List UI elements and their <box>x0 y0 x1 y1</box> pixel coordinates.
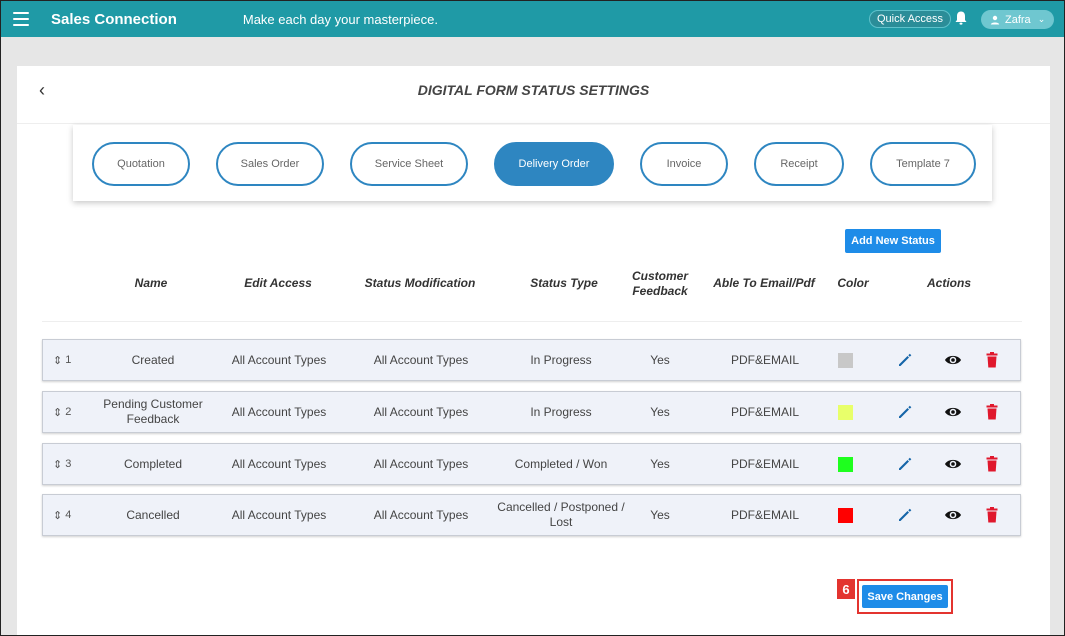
page-title: DIGITAL FORM STATUS SETTINGS <box>417 82 650 98</box>
row-name: Created <box>131 352 175 367</box>
divider <box>17 123 1050 124</box>
sort-handle-icon[interactable]: ⇕ 3 <box>53 444 71 484</box>
column-header-customer-feedback-line2: Feedback <box>632 284 688 298</box>
trash-icon[interactable] <box>982 454 1002 474</box>
pencil-icon[interactable] <box>895 402 915 422</box>
column-header-status-type: Status Type <box>530 276 598 290</box>
row-status-type: In Progress <box>530 404 592 419</box>
top-bar: Sales Connection Make each day your mast… <box>1 1 1064 37</box>
row-name-line1: Pending Customer <box>103 397 203 411</box>
row-order: 2 <box>65 406 72 418</box>
color-swatch <box>838 457 853 472</box>
row-status-modification: All Account Types <box>373 404 469 419</box>
row-email-pdf: PDF&EMAIL <box>730 456 799 471</box>
column-header-customer-feedback-line1: Customer <box>631 269 688 283</box>
row-edit-access: All Account Types <box>231 352 327 367</box>
column-header-color: Color <box>837 276 869 290</box>
add-new-status-button[interactable]: Add New Status <box>845 229 941 253</box>
sort-handle-icon[interactable]: ⇕ 4 <box>53 495 71 535</box>
table-row[interactable]: ⇕ 1 Created All Account Types All Accoun… <box>42 339 1021 381</box>
row-status-type-line2: Lost <box>549 515 573 529</box>
chevron-down-icon: ⌄ <box>1037 14 1046 24</box>
bell-icon[interactable] <box>955 11 967 25</box>
sort-handle-icon[interactable]: ⇕ 2 <box>53 392 71 432</box>
user-menu[interactable]: Zafra ⌄ <box>981 10 1054 29</box>
row-customer-feedback: Yes <box>650 507 670 522</box>
row-name: Cancelled <box>126 507 180 522</box>
row-customer-feedback: Yes <box>650 352 670 367</box>
table-row[interactable]: ⇕ 2 Pending Customer Feedback All Accoun… <box>42 391 1021 433</box>
row-order: 3 <box>65 458 72 470</box>
eye-icon[interactable] <box>943 505 963 525</box>
table-row[interactable]: ⇕ 4 Cancelled All Account Types All Acco… <box>42 494 1021 536</box>
tab-receipt[interactable]: Receipt <box>754 142 844 186</box>
menu-icon[interactable] <box>13 12 29 26</box>
divider <box>42 321 1022 322</box>
save-button-highlight: Save Changes <box>857 579 953 614</box>
tab-invoice[interactable]: Invoice <box>640 142 728 186</box>
row-customer-feedback: Yes <box>650 404 670 419</box>
column-header-status-modification: Status Modification <box>364 276 476 290</box>
user-name: Zafra <box>1005 13 1031 26</box>
column-header-actions: Actions <box>926 276 971 290</box>
row-status-modification: All Account Types <box>373 352 469 367</box>
color-swatch <box>838 353 853 368</box>
tab-quotation[interactable]: Quotation <box>92 142 190 186</box>
quick-access-button[interactable]: Quick Access <box>869 10 952 28</box>
row-email-pdf: PDF&EMAIL <box>730 352 799 367</box>
row-status-type-line1: Cancelled / Postponed / <box>497 500 625 514</box>
tagline: Make each day your masterpiece. <box>242 11 438 27</box>
row-order: 4 <box>65 509 72 521</box>
user-icon <box>990 15 1000 24</box>
row-status-modification: All Account Types <box>373 456 469 471</box>
row-order: 1 <box>65 354 72 366</box>
form-type-tabs: Quotation Sales Order Service Sheet Deli… <box>73 125 992 201</box>
eye-icon[interactable] <box>943 402 963 422</box>
row-edit-access: All Account Types <box>231 456 327 471</box>
column-header-customer-feedback: Customer Feedback <box>627 269 693 299</box>
table-row[interactable]: ⇕ 3 Completed All Account Types All Acco… <box>42 443 1021 485</box>
color-swatch <box>838 508 853 523</box>
row-edit-access: All Account Types <box>231 404 327 419</box>
row-name-line2: Feedback <box>126 412 180 426</box>
trash-icon[interactable] <box>982 402 1002 422</box>
pencil-icon[interactable] <box>895 454 915 474</box>
column-header-name: Name <box>134 276 168 290</box>
trash-icon[interactable] <box>982 350 1002 370</box>
app-brand[interactable]: Sales Connection <box>51 11 177 28</box>
tab-delivery-order[interactable]: Delivery Order <box>494 142 614 186</box>
row-status-type: Completed / Won <box>514 456 608 471</box>
settings-card: ‹ DIGITAL FORM STATUS SETTINGS Quotation… <box>17 66 1050 635</box>
tab-template-7[interactable]: Template 7 <box>870 142 976 186</box>
sort-handle-icon[interactable]: ⇕ 1 <box>53 340 71 380</box>
column-header-edit-access: Edit Access <box>244 276 312 290</box>
pencil-icon[interactable] <box>895 505 915 525</box>
eye-icon[interactable] <box>943 454 963 474</box>
trash-icon[interactable] <box>982 505 1002 525</box>
row-email-pdf: PDF&EMAIL <box>730 507 799 522</box>
row-name: Completed <box>123 456 183 471</box>
row-customer-feedback: Yes <box>650 456 670 471</box>
tab-service-sheet[interactable]: Service Sheet <box>350 142 468 186</box>
column-header-email-pdf: Able To Email/Pdf <box>713 276 815 290</box>
row-status-type: In Progress <box>530 352 592 367</box>
row-status-modification: All Account Types <box>373 507 469 522</box>
row-name: Pending Customer Feedback <box>103 392 203 432</box>
row-status-type: Cancelled / Postponed / Lost <box>491 495 631 535</box>
row-email-pdf: PDF&EMAIL <box>730 404 799 419</box>
app-window: Sales Connection Make each day your mast… <box>0 0 1065 636</box>
color-swatch <box>838 405 853 420</box>
row-edit-access: All Account Types <box>231 507 327 522</box>
tab-sales-order[interactable]: Sales Order <box>216 142 324 186</box>
pencil-icon[interactable] <box>895 350 915 370</box>
save-changes-button[interactable]: Save Changes <box>862 585 948 608</box>
eye-icon[interactable] <box>943 350 963 370</box>
step-badge: 6 <box>837 579 855 599</box>
